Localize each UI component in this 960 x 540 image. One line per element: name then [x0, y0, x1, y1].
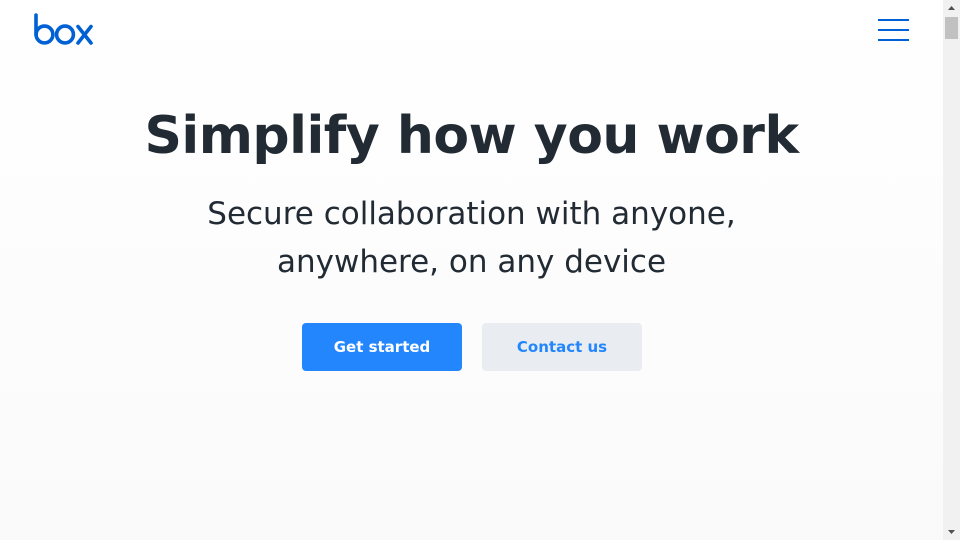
- vertical-scrollbar[interactable]: [943, 0, 960, 540]
- hero-title: Simplify how you work: [144, 106, 799, 166]
- scroll-down-arrow-icon[interactable]: [943, 523, 960, 540]
- hamburger-menu-icon[interactable]: [878, 18, 910, 42]
- contact-us-button[interactable]: Contact us: [482, 323, 642, 371]
- site-header: [0, 0, 943, 60]
- hero-subtitle-line-1: Secure collaboration with anyone,: [207, 196, 736, 232]
- menu-bar-bottom: [878, 39, 909, 41]
- page-viewport: Simplify how you work Secure collaborati…: [0, 0, 943, 540]
- get-started-button[interactable]: Get started: [302, 323, 462, 371]
- box-logo[interactable]: [34, 13, 94, 45]
- hero-subtitle-line-2: anywhere, on any device: [276, 244, 667, 280]
- scroll-up-arrow-icon[interactable]: [943, 0, 960, 17]
- hero-subtitle: Secure collaboration with anyone, anywhe…: [0, 190, 943, 286]
- scrollbar-thumb[interactable]: [945, 17, 958, 39]
- menu-bar-middle: [878, 29, 909, 31]
- box-logo-icon: [34, 13, 93, 45]
- menu-bar-top: [878, 19, 909, 21]
